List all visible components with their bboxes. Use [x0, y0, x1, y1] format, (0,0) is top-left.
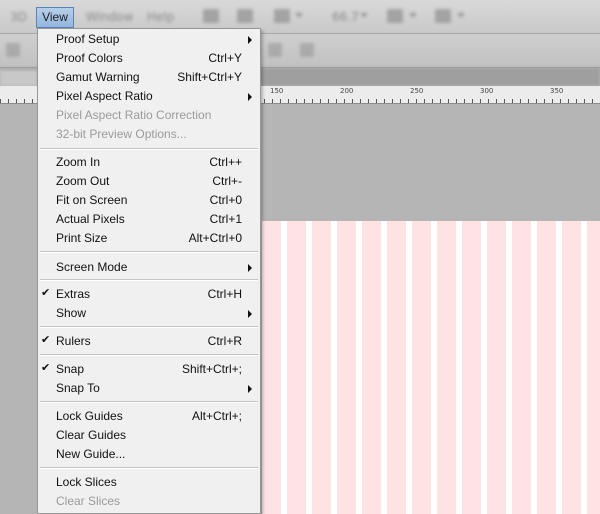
distribute-icon[interactable]: [300, 43, 314, 57]
submenu-arrow-icon: [248, 36, 252, 44]
menu-item-clear-slices: Clear Slices: [38, 492, 260, 511]
arrange-caret-icon[interactable]: [409, 13, 417, 18]
submenu-arrow-icon: [248, 93, 252, 101]
menu-item-label: Rulers: [56, 334, 91, 348]
menu-item-label: Gamut Warning: [56, 70, 140, 84]
menu-item-actual-pixels[interactable]: Actual Pixels Ctrl+1: [38, 210, 260, 229]
menu-item-label: Snap To: [56, 381, 100, 395]
menu-item-label: Lock Guides: [56, 409, 123, 423]
menu-item-clear-guides[interactable]: Clear Guides: [38, 426, 260, 445]
menu-item-label: Pixel Aspect Ratio: [56, 89, 153, 103]
menu-item-label: Proof Colors: [56, 51, 123, 65]
ruler-tick-label: 200: [340, 87, 354, 95]
menu-item-label: Zoom Out: [56, 174, 110, 188]
menu-item-extras[interactable]: ✔ Extras Ctrl+H: [38, 285, 260, 304]
menu-item-label: Extras: [56, 287, 91, 301]
ruler-tick-label: 250: [410, 87, 424, 95]
menu-item-gamut-warning[interactable]: Gamut Warning Shift+Ctrl+Y: [38, 68, 260, 87]
menu-item-proof-setup[interactable]: Proof Setup: [38, 30, 260, 49]
menu-item-label: Clear Slices: [56, 494, 121, 508]
menu-item-label: Screen Mode: [56, 260, 128, 274]
menu-item-label: Clear Guides: [56, 428, 127, 442]
menu-separator: [40, 148, 258, 150]
checkmark-icon: ✔: [41, 334, 51, 346]
menu-item-shortcut: Alt+Ctrl+;: [191, 409, 242, 423]
menu-item-label: 32-bit Preview Options...: [56, 127, 187, 141]
ruler-tick-label: 150: [270, 87, 284, 95]
menu-item-shortcut: Ctrl+H: [207, 287, 242, 301]
align-left-icon[interactable]: [268, 43, 282, 57]
checkmark-icon: ✔: [41, 362, 51, 374]
menu-item-zoom-in[interactable]: Zoom In Ctrl++: [38, 153, 260, 172]
submenu-arrow-icon: [248, 310, 252, 318]
tool-preset-icon[interactable]: [6, 43, 20, 57]
menu-item-shortcut: Ctrl+-: [212, 174, 242, 188]
menu-item-screen-mode[interactable]: Screen Mode: [38, 258, 260, 277]
checkmark-icon: ✔: [41, 287, 51, 299]
menu-item-label: Actual Pixels: [56, 212, 125, 226]
document-tab[interactable]: [0, 70, 38, 86]
menu-item-snap[interactable]: ✔ Snap Shift+Ctrl+;: [38, 360, 260, 379]
screen-mode-caret-icon[interactable]: [457, 13, 465, 18]
menu-item-label: Pixel Aspect Ratio Correction: [56, 108, 212, 122]
launch-bridge-icon[interactable]: [203, 9, 219, 23]
menu-item-label: Snap: [56, 362, 85, 376]
view-dropdown-menu: Proof Setup Proof Colors Ctrl+Y Gamut Wa…: [37, 28, 261, 514]
view-extras-caret-icon[interactable]: [295, 13, 303, 18]
menu-item-shortcut: Ctrl+Y: [208, 51, 242, 65]
ruler-tick-label: 350: [550, 87, 564, 95]
menu-item-pixel-aspect-ratio[interactable]: Pixel Aspect Ratio: [38, 87, 260, 106]
menu-view[interactable]: View: [36, 7, 74, 28]
menu-window[interactable]: Window: [86, 10, 133, 24]
menu-item-pixel-aspect-ratio-correction: Pixel Aspect Ratio Correction: [38, 106, 260, 125]
menu-item-label: New Guide...: [56, 447, 126, 461]
menu-item-new-guide[interactable]: New Guide...: [38, 445, 260, 464]
menu-item-shortcut: Ctrl+R: [207, 334, 242, 348]
submenu-arrow-icon: [248, 385, 252, 393]
menu-item-shortcut: Ctrl+1: [209, 212, 242, 226]
zoom-level[interactable]: 66.7: [332, 10, 359, 24]
arrange-documents-icon[interactable]: [387, 9, 403, 23]
menu-item-label: Zoom In: [56, 155, 101, 169]
menu-separator: [40, 401, 258, 403]
menu-item-fit-on-screen[interactable]: Fit on Screen Ctrl+0: [38, 191, 260, 210]
menu-item-zoom-out[interactable]: Zoom Out Ctrl+-: [38, 172, 260, 191]
menu-item-print-size[interactable]: Print Size Alt+Ctrl+0: [38, 229, 260, 248]
menu-item-lock-slices[interactable]: Lock Slices: [38, 473, 260, 492]
menu-item-32bit-preview-options: 32-bit Preview Options...: [38, 125, 260, 144]
menu-item-shortcut: Shift+Ctrl+;: [181, 362, 242, 376]
menu-separator: [40, 467, 258, 469]
menu-item-shortcut: Ctrl+0: [209, 193, 242, 207]
zoom-caret-icon[interactable]: [360, 13, 368, 18]
menu-item-label: Lock Slices: [56, 475, 117, 489]
menu-item-shortcut: Shift+Ctrl+Y: [177, 70, 242, 84]
menu-separator: [40, 326, 258, 328]
view-extras-icon[interactable]: [274, 9, 290, 23]
menu-item-shortcut: Alt+Ctrl+0: [188, 231, 242, 245]
menu-item-lock-guides[interactable]: Lock Guides Alt+Ctrl+;: [38, 407, 260, 426]
submenu-arrow-icon: [248, 264, 252, 272]
menu-item-show[interactable]: Show: [38, 304, 260, 323]
document-canvas[interactable]: [262, 221, 600, 514]
menu-separator: [40, 279, 258, 281]
menu-item-snap-to[interactable]: Snap To: [38, 379, 260, 398]
mini-bridge-icon[interactable]: [237, 9, 253, 23]
menu-separator: [40, 354, 258, 356]
menu-3d[interactable]: 3D: [10, 10, 27, 24]
menu-separator: [40, 251, 258, 253]
menu-item-proof-colors[interactable]: Proof Colors Ctrl+Y: [38, 49, 260, 68]
menu-item-label: Proof Setup: [56, 32, 120, 46]
menu-item-label: Show: [56, 306, 87, 320]
menu-item-label: Fit on Screen: [56, 193, 128, 207]
menu-help[interactable]: Help: [147, 10, 174, 24]
menu-item-label: Print Size: [56, 231, 108, 245]
ruler-tick-label: 300: [480, 87, 494, 95]
menu-item-rulers[interactable]: ✔ Rulers Ctrl+R: [38, 332, 260, 351]
menu-item-shortcut: Ctrl++: [209, 155, 242, 169]
screen-mode-icon[interactable]: [435, 9, 451, 23]
